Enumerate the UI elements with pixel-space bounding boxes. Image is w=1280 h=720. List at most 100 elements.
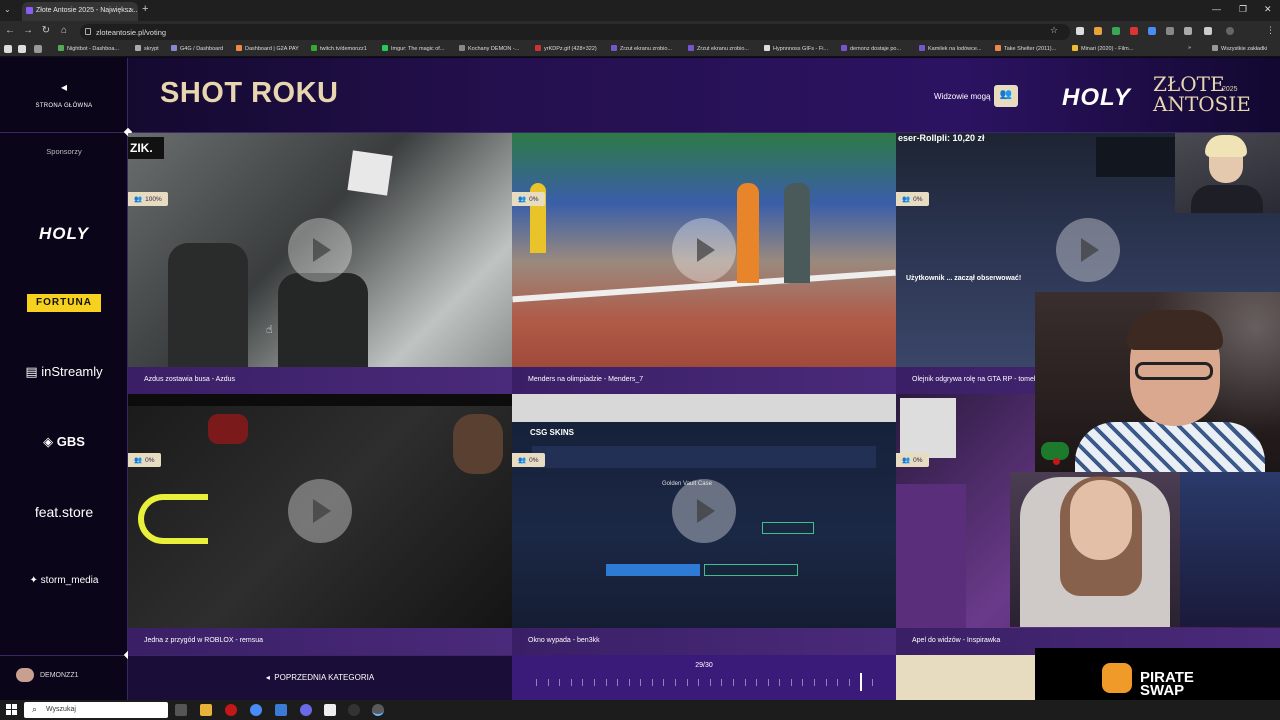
bookmark-item[interactable]: G4G / Dashboard [171,45,223,52]
minimize-icon[interactable]: — [1212,4,1221,14]
bookmark-item[interactable]: twitch.tv/demonzz1 [311,45,367,52]
video-card[interactable]: 👥 0% Jedna z przygód w ROBLOX - remsua [128,394,512,655]
video-card[interactable]: 👥 0% Menders na olimpiadzie - Menders_7 [512,133,896,394]
brand-holy-logo: HOLY [1062,84,1131,111]
bookmark-item[interactable]: Dashboard | G2A PAY [236,45,299,52]
search-icon: ⌕ [32,704,38,714]
bookmark-item[interactable]: Kamilek na lodówce... [919,45,982,52]
progress-tick [768,679,769,686]
extension-icon[interactable] [1148,27,1156,35]
extension-icon[interactable] [1166,27,1174,35]
search-placeholder: Wyszukaj [46,706,76,713]
browser-tab[interactable]: Złote Antosie 2025 - Największ... × [22,2,138,21]
progress-tick [710,679,711,686]
menu-icon[interactable]: ⋮ [1266,25,1275,36]
user-name: DEMONZZ1 [40,671,79,679]
all-bookmarks[interactable]: Wszystkie zakładki [1212,45,1267,52]
back-icon[interactable]: ← [4,25,16,36]
obs-icon[interactable] [348,704,360,716]
bookmark-item[interactable]: Kochany DEMON -... [459,45,519,52]
play-icon [697,238,715,262]
user-profile[interactable]: DEMONZZ1 [16,668,79,682]
maximize-icon[interactable]: ❐ [1239,4,1247,15]
viewers-button[interactable]: 👥 [994,85,1018,107]
sponsor-fortuna-logo[interactable]: FORTUNA [27,294,101,312]
cursor-icon: ☝ [266,324,273,336]
bookmark-star-icon[interactable]: ☆ [1050,25,1058,36]
play-button[interactable] [288,479,352,543]
home-label: STRONA GŁÓWNA [35,103,93,109]
taskbar-search-input[interactable]: ⌕ Wyszukaj [24,702,168,718]
bookmark-item[interactable]: skrypt [135,45,159,52]
bookmark-item[interactable]: Minari (2020) - Film... [1072,45,1133,52]
chrome-icon[interactable] [250,704,262,716]
progress-tick [837,679,838,686]
reload-icon[interactable]: ↻ [40,25,52,36]
bookmark-item[interactable]: Nightbot - Dashboa... [58,45,119,52]
progress-tick [698,679,699,686]
more-bookmarks-icon[interactable]: » [1188,45,1191,51]
extension-icon[interactable] [1130,27,1138,35]
apps-grid-icon[interactable] [34,45,42,53]
bookmark-item[interactable]: Zrzut ekranu zrobio... [611,45,672,52]
progress-tick [733,679,734,686]
progress-tick [756,679,757,686]
sponsor-gbs-logo[interactable]: ◈ GBS [0,434,128,450]
video-card[interactable]: ZIK. 👥 100% Azdus zostawia busa - Azdus [128,133,512,394]
bookmark-app-icon[interactable] [18,45,26,53]
donation-banner: eser-Rollpli: 10,20 zł [898,133,985,143]
profile-avatar[interactable] [1226,27,1234,35]
bookmark-app-icon[interactable] [4,45,12,53]
play-button[interactable] [672,479,736,543]
store-icon[interactable] [275,704,287,716]
gbs-icon: ◈ [43,434,57,449]
close-window-icon[interactable]: ✕ [1264,4,1272,15]
extension-icon[interactable] [1184,27,1192,35]
app-icon[interactable] [324,704,336,716]
previous-category-button[interactable]: ◂ POPRZEDNIA KATEGORIA [128,655,512,700]
progress-tick [629,679,630,686]
file-explorer-icon[interactable] [200,704,212,716]
bookmark-item[interactable]: Zrzut ekranu zrobio... [688,45,749,52]
extension-icon[interactable] [1112,27,1120,35]
chrome-active-icon[interactable] [372,704,384,716]
home-icon[interactable]: ⌂ [58,25,70,36]
home-link[interactable]: ◂ STRONA GŁÓWNA [0,80,128,112]
bookmark-item[interactable]: demonz dostaje po... [841,45,901,52]
sponsor-featstore-logo[interactable]: feat.store [0,504,128,520]
sponsor-stormmedia-logo[interactable]: ✦ storm_media [0,575,128,586]
new-tab-icon[interactable]: + [142,3,148,15]
sponsor-instreamly-logo[interactable]: ▤ inStreamly [0,364,128,380]
webcam-cohost [1010,472,1280,627]
play-icon [313,499,331,523]
extension-icon[interactable] [1094,27,1102,35]
progress-tick [640,679,641,686]
url-input[interactable]: zloteantosie.pl/voting [80,24,1070,40]
extension-icon[interactable] [1076,27,1084,35]
play-button[interactable] [288,218,352,282]
bookmark-item[interactable]: Take Shelter (2011)... [995,45,1056,52]
category-progress-track[interactable] [536,673,873,691]
video-card[interactable]: CSG SKINS Golden Vault Case 👥 0% Okno wyp… [512,394,896,655]
sponsor-holy-logo[interactable]: HOLY [0,224,128,244]
bookmark-item[interactable]: Hypnnnoss GIFs - Fi... [764,45,828,52]
site-info-icon[interactable] [85,28,91,35]
next-category-button[interactable] [896,655,1036,700]
bookmark-item[interactable]: Imgur: The magic of... [382,45,444,52]
bookmark-item[interactable]: yrKDPz.gif (428×322) [535,45,597,52]
forward-icon[interactable]: → [22,25,34,36]
play-button[interactable] [672,218,736,282]
site-favicon-icon [26,7,33,14]
video-caption: Menders na olimpiadzie - Menders_7 [512,367,896,394]
close-tab-icon[interactable]: × [129,6,134,15]
discord-icon[interactable] [300,704,312,716]
extensions-menu-icon[interactable] [1204,27,1212,35]
windows-start-icon[interactable] [6,704,17,715]
tab-search-icon[interactable]: ⌄ [4,5,11,14]
page-title: SHOT ROKU [160,77,339,109]
opera-icon[interactable] [225,704,237,716]
divider [0,132,128,133]
task-view-icon[interactable] [175,704,187,716]
stream-tag: ZIK. [128,137,164,159]
play-button[interactable] [1056,218,1120,282]
